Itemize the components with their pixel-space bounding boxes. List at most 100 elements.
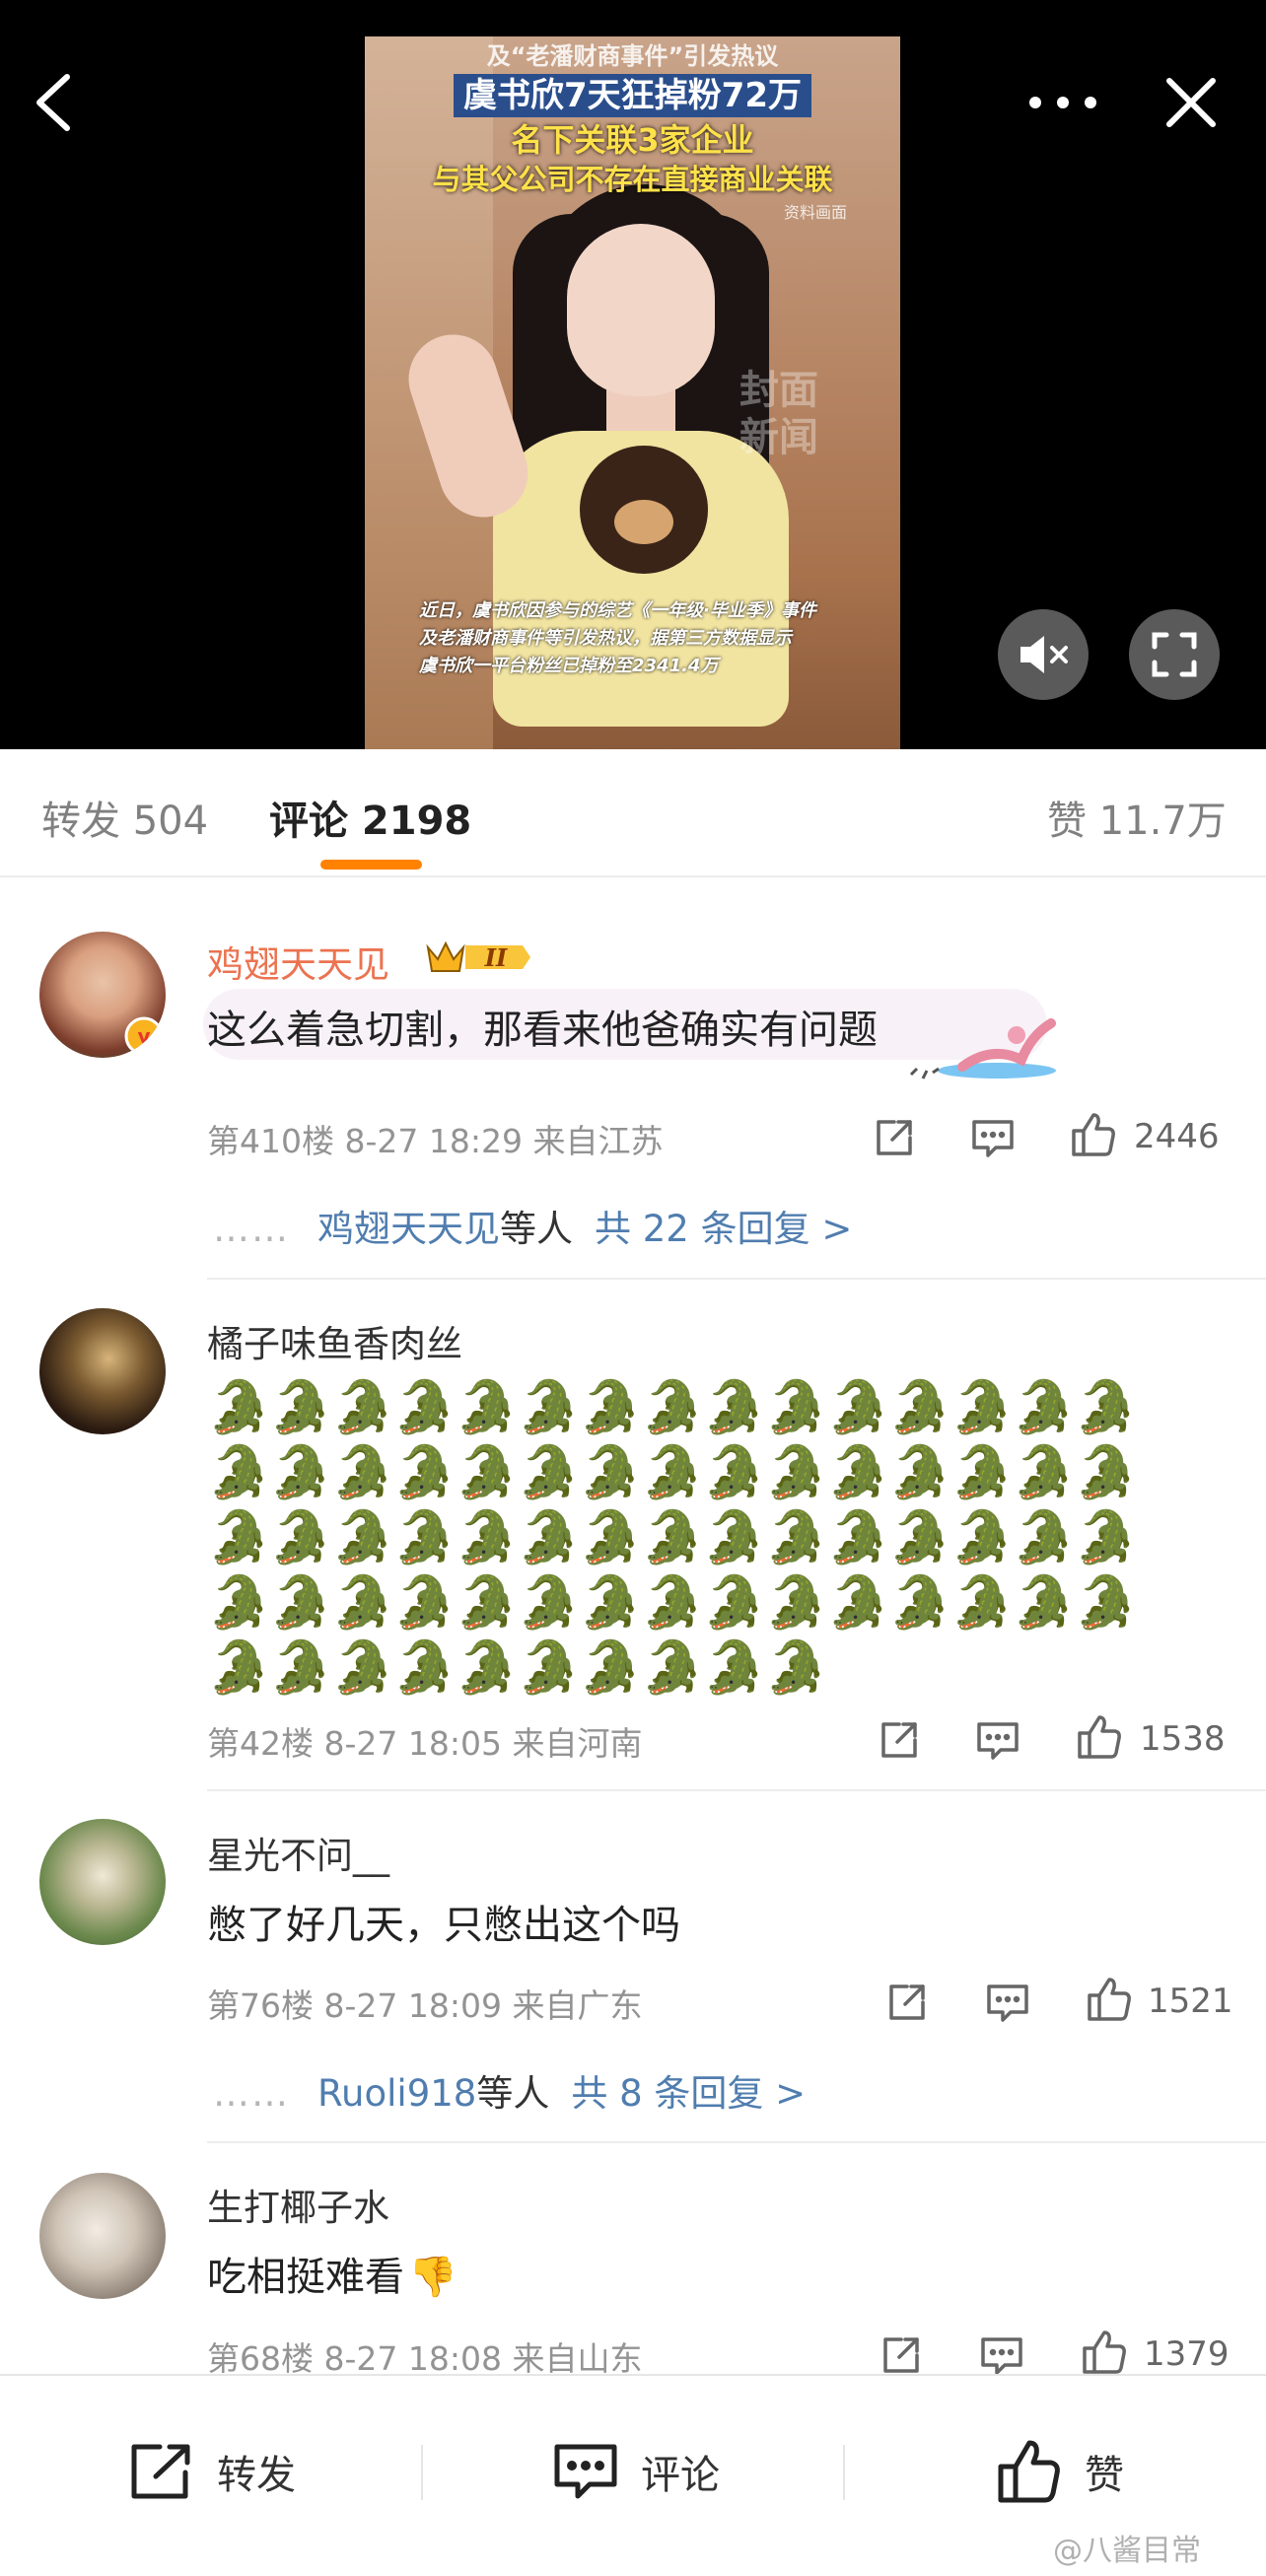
forward-comment-button[interactable] <box>868 1111 921 1164</box>
crocodile-emoji: 🐊 <box>702 1443 767 1502</box>
forward-comment-button[interactable] <box>880 1976 934 2029</box>
video-headline-3: 与其父公司不存在直接商业关联 <box>432 163 833 196</box>
crocodile-emoji: 🐊 <box>268 1378 333 1437</box>
more-button[interactable] <box>1021 61 1104 144</box>
avatar[interactable] <box>39 2173 166 2299</box>
fullscreen-button[interactable] <box>1129 609 1220 700</box>
mute-button[interactable] <box>998 609 1089 700</box>
crocodile-emoji: 🐊 <box>455 1638 519 1698</box>
close-button[interactable] <box>1150 61 1232 144</box>
avatar[interactable] <box>39 1819 166 1945</box>
crocodile-emoji: 🐊 <box>392 1443 457 1502</box>
reply-count-link[interactable]: 共 8 条回复 > <box>571 2072 806 2115</box>
video-frame[interactable]: 及“老潘财商事件”引发热议 虞书欣7天狂掉粉72万 名下关联3家企业 与其父公司… <box>365 36 900 749</box>
crocodile-emoji: 🐊 <box>1074 1508 1138 1567</box>
crocodile-emoji: 🐊 <box>640 1573 705 1633</box>
crocodile-emoji: 🐊 <box>1012 1443 1077 1502</box>
crocodile-emoji: 🐊 <box>640 1508 705 1567</box>
crocodile-emoji: 🐊 <box>330 1443 395 1502</box>
video-watermark: 封面新闻 <box>739 368 818 460</box>
reply-username[interactable]: 鸡翅天天见 <box>317 1208 500 1250</box>
like-comment-button[interactable] <box>1073 1710 1126 1764</box>
tab-like[interactable]: 赞 11.7万 <box>1047 789 1227 846</box>
avatar[interactable] <box>39 1308 166 1434</box>
crocodile-emoji: 🐊 <box>1012 1378 1077 1437</box>
crocodile-emoji: 🐊 <box>825 1378 890 1437</box>
comment-divider <box>207 2141 1266 2143</box>
thumbs-up-icon <box>1083 2331 1126 2374</box>
crocodile-emoji: 🐊 <box>764 1573 828 1633</box>
comment-username[interactable]: 鸡翅天天见 <box>207 935 389 988</box>
comment-text: 憋了好几天，只憋出这个吗 <box>207 1903 680 1948</box>
repost-button[interactable]: 转发 <box>128 2437 296 2506</box>
comment-divider <box>207 1278 1266 1280</box>
back-button[interactable] <box>12 61 95 144</box>
comment-like-count: 1379 <box>1144 2334 1230 2374</box>
video-caption-1: 近日，虞书欣因参与的综艺《一年级·毕业季》事件 <box>419 600 816 621</box>
comment-meta: 第68楼 8-27 18:08 来自山东 <box>207 2339 643 2378</box>
crocodile-emoji: 🐊 <box>207 1573 271 1633</box>
tab-repost[interactable]: 转发 504 <box>41 789 208 846</box>
share-icon <box>877 1120 912 1155</box>
crocodile-emoji: 🐊 <box>702 1638 767 1698</box>
reply-comment-button[interactable] <box>966 1111 1020 1164</box>
crocodile-emoji: 🐊 <box>1074 1573 1138 1633</box>
crocodile-emoji: 🐊 <box>268 1508 333 1567</box>
crocodile-emoji: 🐊 <box>825 1573 890 1633</box>
comment-username[interactable]: 生打椰子水 <box>207 2178 389 2231</box>
comment-like-count: 1538 <box>1140 1719 1226 1759</box>
comment-text-content: 吃相挺难看 <box>207 2255 404 2300</box>
reply-username[interactable]: Ruoli918 <box>317 2072 476 2115</box>
reply-count-link[interactable]: 共 22 条回复 > <box>595 1208 852 1250</box>
comment-meta: 第42楼 8-27 18:05 来自河南 <box>207 1724 643 1763</box>
share-icon <box>883 2337 919 2373</box>
video-caption-3: 虞书欣一平台粉丝已掉粉至2341.4万 <box>419 656 719 676</box>
crocodile-emoji: 🐊 <box>516 1573 581 1633</box>
thumbs-down-emoji: 👎 <box>408 2255 457 2300</box>
close-icon <box>1166 78 1216 127</box>
bottom-bar-separator <box>421 2445 423 2500</box>
crocodile-emoji: 🐊 <box>764 1508 828 1567</box>
crocodile-emoji: 🐊 <box>887 1508 952 1567</box>
crocodile-emoji: 🐊 <box>950 1508 1015 1567</box>
comment-text: 吃相挺难看 👎 <box>207 2245 457 2302</box>
comment-like-count: 2446 <box>1134 1117 1220 1156</box>
video-caption-2: 及老潘财商事件等引发热议，据第三方数据显示 <box>419 628 792 649</box>
crocodile-emoji: 🐊 <box>640 1443 705 1502</box>
like-comment-button[interactable] <box>1083 1973 1136 2026</box>
avatar[interactable]: v <box>39 932 166 1058</box>
like-comment-button[interactable] <box>1078 2326 1131 2379</box>
swimming-sticker-icon <box>909 1018 1056 1079</box>
crocodile-emoji: 🐊 <box>702 1378 767 1437</box>
video-headline-1-text: 虞书欣7天狂掉粉72万 <box>454 74 811 117</box>
forward-comment-button[interactable] <box>873 1713 926 1767</box>
crocodile-emoji: 🐊 <box>578 1573 643 1633</box>
thumbs-up-icon <box>1088 1978 1131 2021</box>
crocodile-emoji: 🐊 <box>764 1638 828 1698</box>
thumbs-up-icon <box>1072 1113 1115 1156</box>
crocodile-emoji: 🐊 <box>392 1508 457 1567</box>
reply-comment-button[interactable] <box>971 1713 1024 1767</box>
reply-comment-button[interactable] <box>981 1976 1034 2029</box>
crocodile-emoji: 🐊 <box>330 1638 395 1698</box>
comment-like-count: 1521 <box>1148 1982 1233 2021</box>
crocodile-emoji: 🐊 <box>702 1573 767 1633</box>
crocodile-emoji: 🐊 <box>207 1508 271 1567</box>
reply-mid-text: 等人 <box>500 1208 573 1250</box>
like-button[interactable]: 赞 <box>996 2437 1124 2506</box>
tab-comment[interactable]: 评论 2198 <box>269 789 471 846</box>
comment-username[interactable]: 橘子味鱼香肉丝 <box>207 1314 462 1367</box>
comment-bubble-icon <box>972 1120 1014 1157</box>
reply-summary[interactable]: …… Ruoli918等人共 8 条回复 > <box>213 2063 806 2117</box>
video-player[interactable]: 及“老潘财商事件”引发热议 虞书欣7天狂掉粉72万 名下关联3家企业 与其父公司… <box>0 0 1266 749</box>
reply-summary[interactable]: …… 鸡翅天天见等人共 22 条回复 > <box>213 1199 852 1252</box>
comment-button[interactable]: 评论 <box>552 2437 720 2506</box>
reply-dots: …… <box>213 1208 290 1250</box>
comment-username[interactable]: 星光不问__ <box>207 1826 389 1879</box>
reply-dots: …… <box>213 2072 290 2115</box>
crocodile-emoji: 🐊 <box>392 1638 457 1698</box>
crocodile-emoji: 🐊 <box>764 1443 828 1502</box>
like-comment-button[interactable] <box>1067 1108 1120 1161</box>
video-headline-1: 虞书欣7天狂掉粉72万 <box>365 68 900 117</box>
comment-meta: 第410楼 8-27 18:29 来自江苏 <box>207 1122 664 1160</box>
